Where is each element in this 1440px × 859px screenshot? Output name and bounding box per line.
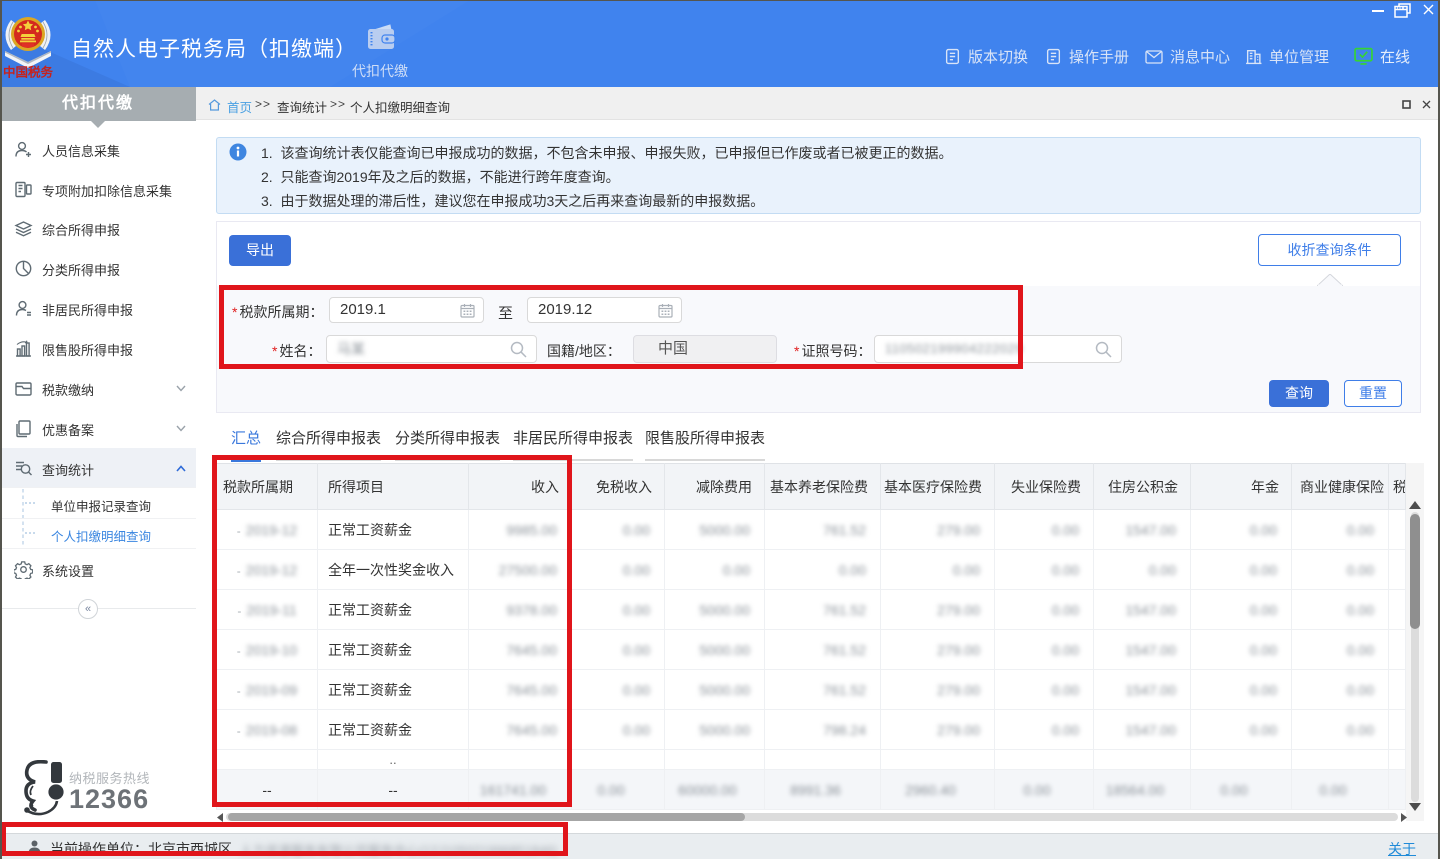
svg-text:中国税务: 中国税务 <box>3 65 54 79</box>
